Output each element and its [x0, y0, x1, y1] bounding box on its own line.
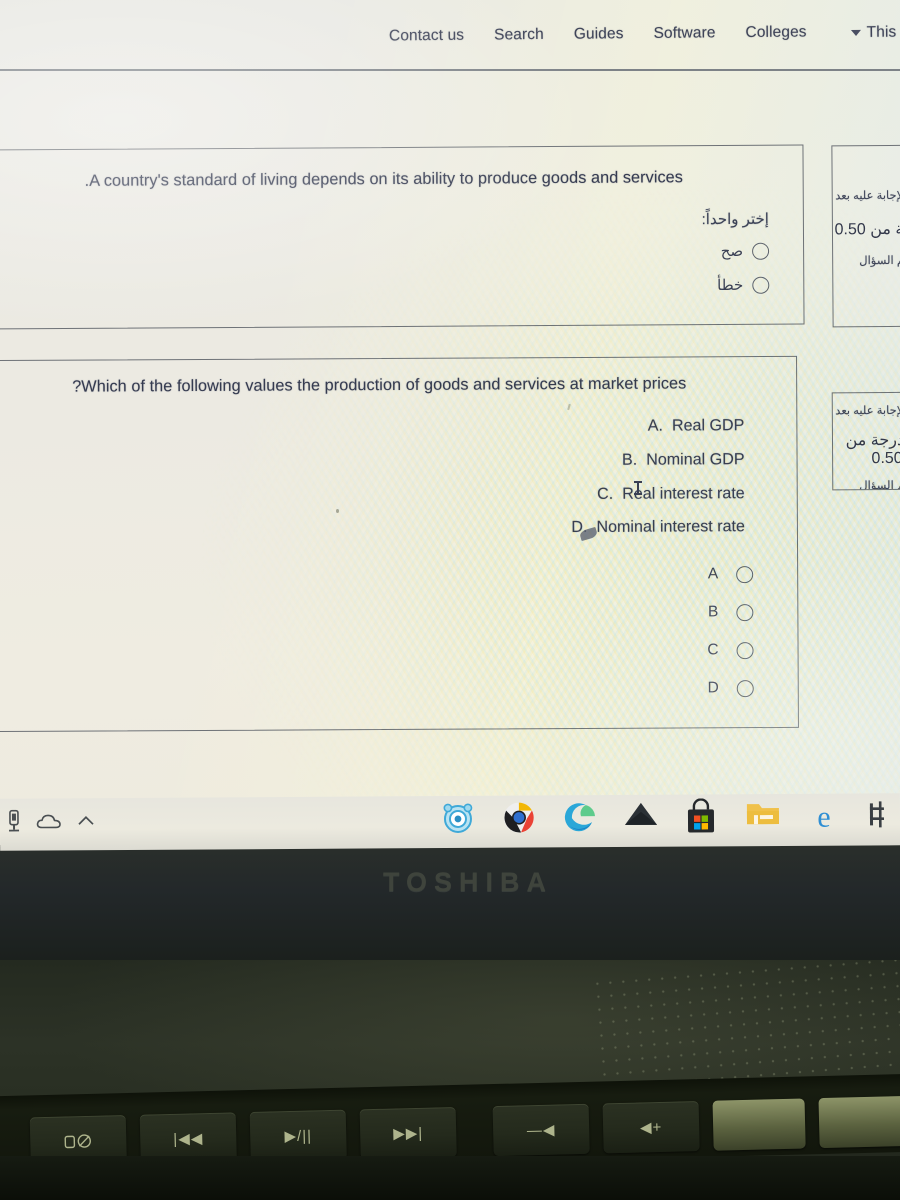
answer-letter-a: A — [707, 565, 719, 583]
question-2-answer-c[interactable]: C — [707, 641, 754, 659]
answer-letter-c: C — [707, 641, 719, 659]
nav-item-colleges[interactable]: Colleges — [745, 23, 806, 42]
play-pause-key[interactable]: ▶/|| — [249, 1109, 347, 1163]
nav-item-guides[interactable]: Guides — [573, 25, 623, 43]
nav-items: Contact us Search Guides Software Colleg… — [389, 23, 900, 47]
chevron-down-icon — [850, 29, 861, 37]
question-1-option-true[interactable]: صح — [721, 242, 770, 260]
question-1-text: .A country's standard of living depends … — [84, 168, 684, 190]
radio-button-a[interactable] — [736, 565, 754, 583]
site-navigation-bar: Contact us Search Guides Software Colleg… — [0, 0, 900, 71]
microsoft-edge-icon[interactable] — [562, 799, 600, 839]
question-2-status-panel: لم تتم الإجابة عليه بعد تا الدرجة من 0.5… — [831, 391, 900, 491]
choice-b-text: Nominal GDP — [646, 450, 745, 469]
radio-button-false[interactable] — [752, 276, 770, 294]
radio-button-c[interactable] — [736, 641, 754, 659]
radio-button-b[interactable] — [736, 603, 754, 621]
question-2-status-mark: تا الدرجة من 0.50 — [845, 431, 900, 467]
question-2-answer-b[interactable]: B — [706, 603, 754, 621]
choice-a-text: Real GDP — [671, 416, 745, 435]
radio-button-d[interactable] — [736, 679, 754, 697]
text-cursor-icon — [634, 481, 642, 495]
windows-taskbar: e — [0, 793, 900, 851]
clipped-dark-icon[interactable] — [867, 797, 900, 837]
radio-button-true[interactable] — [752, 242, 770, 260]
question-2-status-state: لم تتم الإجابة عليه بعد — [835, 404, 900, 418]
choice-b-letter: B. — [621, 450, 638, 469]
nav-item-software[interactable]: Software — [653, 24, 715, 43]
question-card-2: ?Which of the following values the produ… — [0, 355, 799, 733]
answer-letter-d: D — [707, 679, 719, 697]
answer-letter-b: B — [707, 603, 719, 621]
option-label-false: خطأ — [717, 276, 744, 295]
question-2-choice-d: D. Nominal interest rate — [571, 517, 745, 537]
nav-item-contact-us[interactable]: Contact us — [389, 27, 464, 46]
laptop-screen: Contact us Search Guides Software Colleg… — [0, 0, 900, 845]
volume-up-key[interactable]: ◀+ — [602, 1101, 700, 1154]
choice-a-letter: A. — [647, 416, 664, 435]
nav-dropdown-label: This — [866, 23, 897, 41]
next-track-key[interactable]: ▶▶| — [359, 1106, 457, 1160]
file-explorer-icon[interactable] — [745, 798, 783, 838]
question-2-answer-d[interactable]: D — [707, 679, 754, 697]
question-1-status-mark: الدرجة من 0.50 — [834, 220, 900, 239]
question-1-status-state: لم تتم الإجابة عليه بعد — [835, 189, 900, 203]
svg-text:e: e — [817, 801, 831, 834]
choice-c-letter: C. — [597, 484, 614, 503]
choice-d-text: Nominal interest rate — [596, 517, 745, 536]
question-1-option-false[interactable]: خطأ — [717, 276, 770, 295]
brightness-key-1[interactable] — [712, 1098, 806, 1151]
laptop-keyboard-deck: |◀◀ ▶/|| ▶▶| —◀ ◀+ — [0, 960, 900, 1200]
usb-drive-icon[interactable] — [6, 809, 22, 839]
nav-item-search[interactable]: Search — [494, 26, 544, 44]
question-2-choice-b: B. Nominal GDP — [622, 450, 745, 470]
question-card-1: .A country's standard of living depends … — [0, 144, 805, 330]
mail-envelope-icon[interactable] — [623, 799, 661, 839]
onedrive-cloud-icon[interactable] — [36, 812, 62, 835]
taskbar-app-icons: e — [440, 797, 900, 840]
screen-dust-speck — [336, 509, 339, 513]
question-1-status-panel: لم تتم الإجابة عليه بعد الدرجة من 0.50 ع… — [831, 144, 900, 328]
question-2-flag-button[interactable]: علم السؤال — [833, 479, 900, 490]
volume-down-key[interactable]: —◀ — [492, 1103, 590, 1157]
question-1-instruction: إختر واحداً: — [701, 210, 769, 229]
question-2-answer-a[interactable]: A — [706, 565, 754, 583]
microsoft-store-icon[interactable] — [684, 798, 722, 838]
question-2-choice-c: C. Real interest rate — [597, 484, 745, 504]
brightness-key-2[interactable] — [818, 1095, 900, 1149]
option-label-true: صح — [720, 242, 744, 261]
brand-logo: TOSHIBA — [382, 867, 553, 897]
question-1-flag-button[interactable]: علم السؤال — [833, 254, 900, 267]
keyboard-lower-edge — [0, 1156, 900, 1200]
google-chrome-icon[interactable] — [501, 799, 539, 839]
taskbar-system-tray — [6, 809, 96, 839]
nav-dropdown-this[interactable]: This — [850, 24, 896, 42]
laptop-bezel: TOSHIBA — [0, 845, 900, 960]
blue-circle-app-icon[interactable] — [440, 800, 478, 840]
question-2-choice-a: A. Real GDP — [648, 416, 745, 436]
show-hidden-icons-chevron-icon[interactable] — [76, 814, 96, 833]
internet-explorer-icon[interactable]: e — [806, 798, 844, 838]
question-2-text: ?Which of the following values the produ… — [72, 374, 687, 396]
